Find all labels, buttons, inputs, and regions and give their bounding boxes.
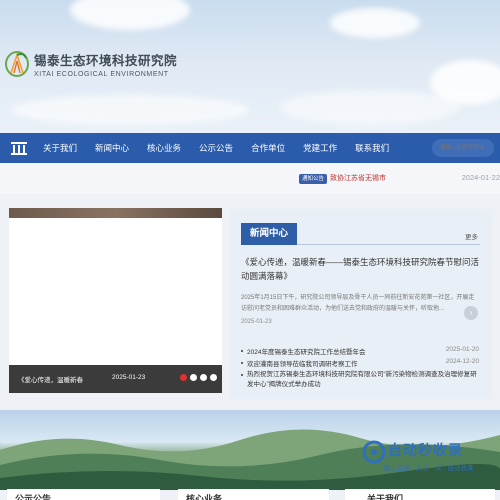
slide-date: 2025-01-23 [112,374,146,381]
org-name-cn: 锡泰生态环境科技研究院 [34,54,178,68]
section-business: 核心业务 [178,489,329,500]
list-item-date: 2024-12-20 [445,358,479,365]
list-item[interactable]: 热烈祝贺江苏锡泰生态环境科技研究院有限公司“新污染物检测调查及治理修复研发中心”… [241,370,479,392]
watermark: 自动秒收录 路上佳铺 · 未访一次 · 自动收录 [362,440,482,476]
org-name-en: XITAI ECOLOGICAL ENVIRONMENT [34,71,169,78]
news-more-link[interactable]: 更多 [465,231,478,241]
section-title[interactable]: 关于我们 [367,492,403,500]
bullet-icon [241,374,243,376]
section-about: 关于我们 [345,489,495,500]
leaf-logo-icon [4,49,30,79]
news-list: 2024年度锡泰生态研究院工作总结暨年会 2025-01-20 欢迎灌南县领导莅… [241,346,479,392]
list-item-title[interactable]: 2024年度锡泰生态研究院工作总结暨年会 [247,349,365,356]
list-item[interactable]: 欢迎灌南县领导莅临我司调研考察工作 2024-12-20 [241,358,479,370]
site-logo[interactable]: 锡泰生态环境科技研究院 XITAI ECOLOGICAL ENVIRONMENT [4,49,177,79]
notice-date: 2024-01-22 [461,173,500,182]
slide-dot-active[interactable] [180,374,187,381]
slide-caption-bar: 《爱心传递，温暖新春 2025-01-23 [9,365,222,393]
list-item[interactable]: 2024年度锡泰生态研究院工作总结暨年会 2025-01-20 [241,346,479,358]
slide-caption[interactable]: 《爱心传递，温暖新春 [18,374,83,384]
watermark-subtitle: 路上佳铺 · 未访一次 · 自动收录 [384,465,474,472]
news-panel: 新闻中心 更多 《爱心传递，温暖新春——锡泰生态环境科技研究院春节慰问活动圆满落… [229,209,492,399]
watermark-title: 自动秒收录 [388,442,463,458]
image-slider[interactable]: 《爱心传递，温暖新春 2025-01-23 [9,208,222,393]
search-input[interactable] [432,139,494,157]
nav-item-contact[interactable]: 联系我们 [346,133,398,163]
notice-strip: 通知公告 致协江苏省无锡市 2024-01-22 [0,163,500,194]
main-nav: 关于我们 新闻中心 核心业务 公示公告 合作单位 党建工作 联系我们 [0,133,500,163]
section-title[interactable]: 公示公告 [15,492,51,500]
nav-item-party[interactable]: 党建工作 [294,133,346,163]
featured-news-desc: 2025年1月15日下午，研究院公司领导层及骨干人员一同前往新安花苑第一社区，开… [241,295,475,312]
nav-item-business[interactable]: 核心业务 [138,133,190,163]
divider [297,244,480,245]
notice-link[interactable]: 致协江苏省无锡市 [330,173,386,183]
slide-dot[interactable] [200,374,207,381]
notice-badge: 通知公告 [299,174,328,184]
arrow-right-icon[interactable]: › [464,306,478,320]
slide-image [9,208,222,218]
section-announcements: 公示公告 [7,489,160,500]
nav-item-partners[interactable]: 合作单位 [242,133,294,163]
slide-dot[interactable] [190,374,197,381]
home-icon[interactable] [4,133,34,163]
nav-item-about[interactable]: 关于我们 [34,133,86,163]
news-tab[interactable]: 新闻中心 [241,223,297,245]
slide-dot[interactable] [210,374,217,381]
list-item-title[interactable]: 热烈祝贺江苏锡泰生态环境科技研究院有限公司“新污染物检测调查及治理修复研发中心”… [247,371,477,388]
bullet-icon [241,350,243,352]
list-item-date: 2025-01-20 [445,346,479,353]
list-item-title[interactable]: 欢迎灌南县领导莅临我司调研考察工作 [247,361,358,368]
bullet-icon [241,362,243,364]
site-header: 锡泰生态环境科技研究院 XITAI ECOLOGICAL ENVIRONMENT [0,0,500,133]
nav-item-announcements[interactable]: 公示公告 [190,133,242,163]
featured-news-date: 2025-01-23 [241,319,272,325]
nav-item-news[interactable]: 新闻中心 [86,133,138,163]
watermark-logo-icon [362,440,386,464]
section-title[interactable]: 核心业务 [186,492,222,500]
featured-news-title[interactable]: 《爱心传递，温暖新春——锡泰生态环境科技研究院春节慰问活动圆满落幕》 [241,255,483,283]
